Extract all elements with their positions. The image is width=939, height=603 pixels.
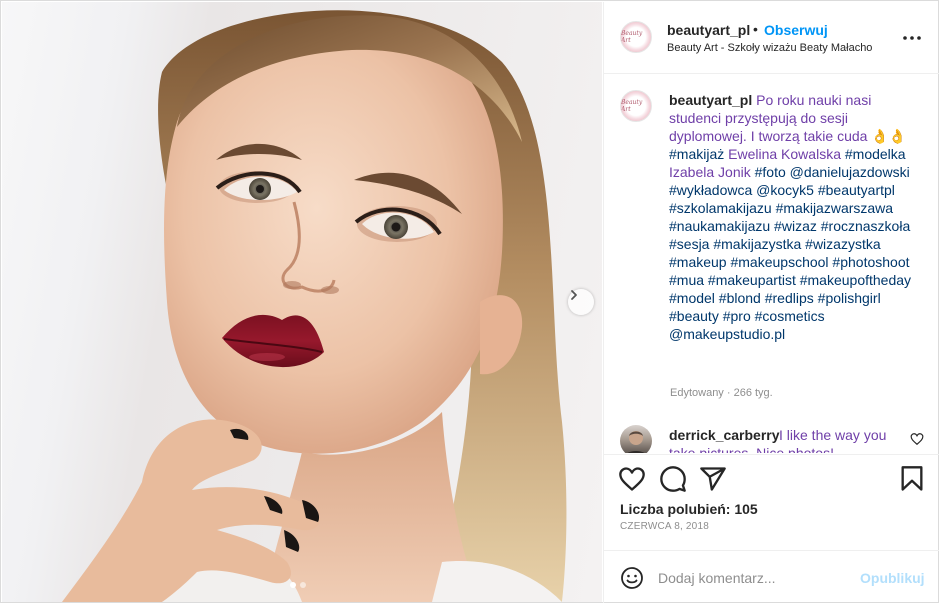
publish-button[interactable]: Opublikuj — [860, 570, 925, 586]
hashtag-link[interactable]: #wykładowca — [669, 182, 752, 198]
instagram-post-modal: Beauty Art beautyart_pl • Obserwuj Beaut… — [0, 0, 939, 603]
author-username[interactable]: beautyart_pl — [667, 22, 750, 38]
carousel-next-button[interactable] — [568, 289, 594, 315]
comment-heart-icon[interactable] — [910, 432, 924, 446]
more-horizontal-icon[interactable] — [900, 28, 924, 48]
heart-icon[interactable] — [618, 465, 646, 493]
caption-username[interactable]: beautyart_pl — [669, 92, 752, 108]
share-icon[interactable] — [699, 465, 727, 493]
carousel-dot-active — [290, 582, 296, 588]
comment-text: I like the way you — [779, 427, 887, 443]
likes-count[interactable]: Liczba polubień: 105 — [620, 501, 758, 517]
post-side-panel: Beauty Art beautyart_pl • Obserwuj Beaut… — [603, 2, 939, 603]
comment-composer: Opublikuj — [604, 550, 939, 603]
post-media[interactable] — [2, 2, 602, 602]
mention-link[interactable]: @makeupstudio.pl — [669, 326, 785, 342]
smiley-icon[interactable] — [620, 566, 644, 590]
carousel-indicator — [290, 582, 306, 588]
comment-icon[interactable] — [659, 465, 687, 493]
comments-section[interactable]: Beauty Art beautyart_pl Po roku nauki na… — [604, 75, 939, 453]
avatar-logo-text: Beauty Art — [621, 99, 643, 113]
post-date[interactable]: CZERWCA 8, 2018 — [620, 521, 709, 532]
post-caption: beautyart_pl Po roku nauki nasi studenci… — [669, 91, 921, 343]
post-actions: Liczba polubień: 105 CZERWCA 8, 2018 — [604, 454, 939, 550]
avatar-logo-text: Beauty Art — [621, 30, 643, 44]
caption-author-avatar[interactable]: Beauty Art — [620, 90, 652, 122]
hashtag-list[interactable]: #beautyartpl #szkolamakijazu #makijazwar… — [669, 182, 911, 324]
hashtag-link[interactable]: #makijaż — [669, 146, 724, 162]
ok-hand-emoji: 👌👌 — [871, 128, 907, 144]
edited-timestamp: Edytowany · 266 tyg. — [670, 387, 773, 399]
bookmark-icon[interactable] — [898, 465, 926, 493]
post-header: Beauty Art beautyart_pl • Obserwuj Beaut… — [604, 2, 939, 74]
header-separator: • — [753, 21, 758, 37]
author-avatar[interactable]: Beauty Art — [620, 21, 652, 53]
commenter-avatar[interactable] — [620, 425, 652, 453]
commenter-username[interactable]: derrick_carberry — [669, 427, 780, 443]
comment-input[interactable] — [658, 567, 853, 589]
mention-link[interactable]: @danielujazdowski — [790, 164, 910, 180]
carousel-dot — [300, 582, 306, 588]
makeup-artist-name: Ewelina Kowalska — [728, 146, 841, 162]
portrait-photo — [62, 10, 567, 602]
comment-text-continued: take pictures. Nice photos! — [669, 445, 834, 453]
hashtag-link[interactable]: #modelka — [845, 146, 906, 162]
hashtag-link[interactable]: #foto — [755, 164, 786, 180]
chevron-right-icon — [571, 290, 577, 300]
commenter-photo — [627, 431, 645, 453]
model-name: Izabela Jonik — [669, 164, 751, 180]
follow-button[interactable]: Obserwuj — [764, 22, 828, 38]
author-subtitle: Beauty Art - Szkoły wizażu Beaty Małacho — [667, 42, 873, 54]
mention-link[interactable]: @kocyk5 — [756, 182, 814, 198]
